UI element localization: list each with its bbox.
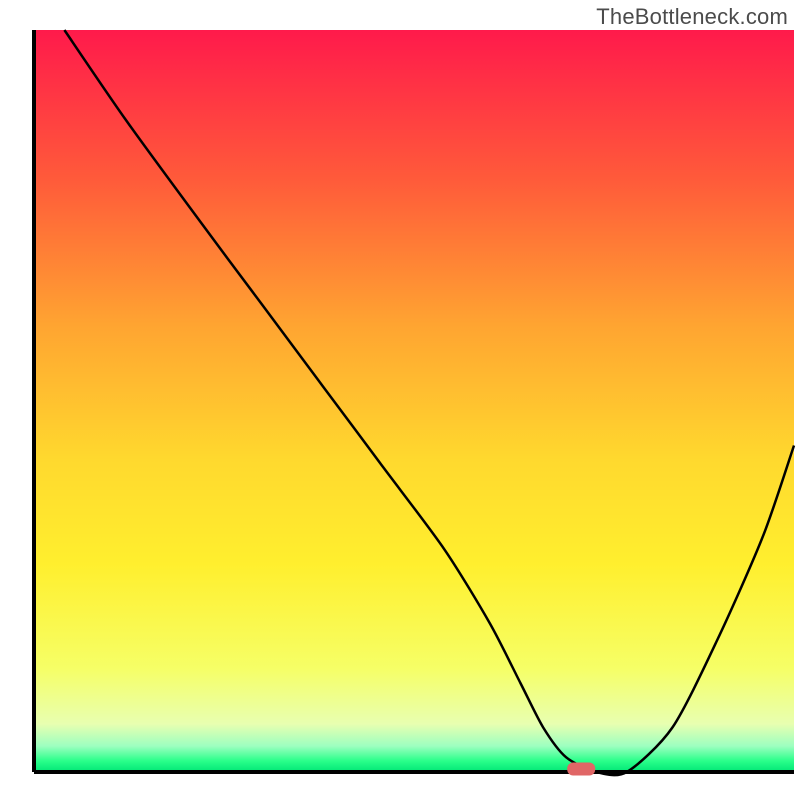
plot-background xyxy=(34,30,794,772)
watermark-text: TheBottleneck.com xyxy=(596,4,788,30)
bottleneck-chart: TheBottleneck.com xyxy=(0,0,800,800)
chart-svg xyxy=(0,0,800,800)
optimal-marker xyxy=(567,763,595,776)
